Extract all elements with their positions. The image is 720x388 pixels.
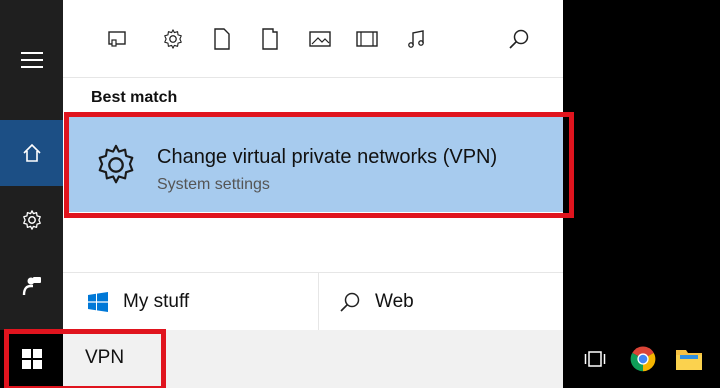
search-icon	[509, 29, 529, 49]
videos-icon	[356, 31, 378, 47]
settings-filter-button[interactable]	[161, 26, 185, 52]
folders-icon	[262, 28, 278, 50]
settings-icon	[164, 29, 182, 49]
my-stuff-button[interactable]: My stuff	[63, 273, 317, 331]
best-match-heading: Best match	[91, 89, 178, 106]
hamburger-menu-button[interactable]	[0, 30, 63, 90]
best-match-result[interactable]: Change virtual private networks (VPN) Sy…	[69, 116, 563, 212]
windows-logo-icon	[21, 349, 42, 369]
start-left-rail	[0, 0, 63, 330]
feedback-button[interactable]	[0, 256, 63, 316]
photos-icon	[309, 31, 331, 47]
hamburger-icon	[20, 52, 43, 68]
music-filter-button[interactable]	[405, 26, 429, 52]
taskbar: VPN	[0, 330, 720, 388]
chrome-icon	[630, 346, 656, 372]
best-match-subtitle: System settings	[157, 176, 270, 193]
home-icon	[22, 143, 41, 162]
windows-logo-icon	[88, 292, 108, 312]
documents-filter-button[interactable]	[210, 26, 234, 52]
rail-settings-button[interactable]	[0, 190, 63, 250]
folders-filter-button[interactable]	[258, 26, 282, 52]
task-view-icon	[584, 351, 606, 367]
task-view-button[interactable]	[578, 342, 612, 376]
videos-filter-button[interactable]	[355, 26, 379, 52]
file-explorer-button[interactable]	[672, 342, 706, 376]
start-button[interactable]	[0, 330, 63, 388]
scope-links-row: My stuff Web	[63, 272, 563, 331]
documents-icon	[214, 28, 230, 50]
music-icon	[408, 30, 424, 48]
search-filter-bar	[63, 0, 563, 78]
gear-icon	[98, 144, 134, 184]
taskbar-search-box[interactable]: VPN	[63, 330, 563, 388]
web-label: Web	[375, 291, 414, 312]
search-query: VPN	[85, 347, 125, 368]
my-stuff-label: My stuff	[123, 291, 190, 312]
search-filter-button[interactable]	[507, 26, 531, 52]
apps-filter-button[interactable]	[105, 26, 129, 52]
home-button[interactable]	[0, 120, 63, 186]
best-match-title: Change virtual private networks (VPN)	[157, 146, 498, 168]
search-results-panel: Best match Change virtual private networ…	[63, 0, 563, 331]
feedback-icon	[22, 277, 41, 296]
photos-filter-button[interactable]	[308, 26, 332, 52]
gear-icon	[22, 210, 41, 230]
apps-icon	[108, 31, 126, 47]
search-icon	[340, 292, 360, 312]
folder-icon	[676, 350, 702, 370]
web-button[interactable]: Web	[318, 273, 563, 331]
chrome-taskbar-button[interactable]	[626, 342, 660, 376]
